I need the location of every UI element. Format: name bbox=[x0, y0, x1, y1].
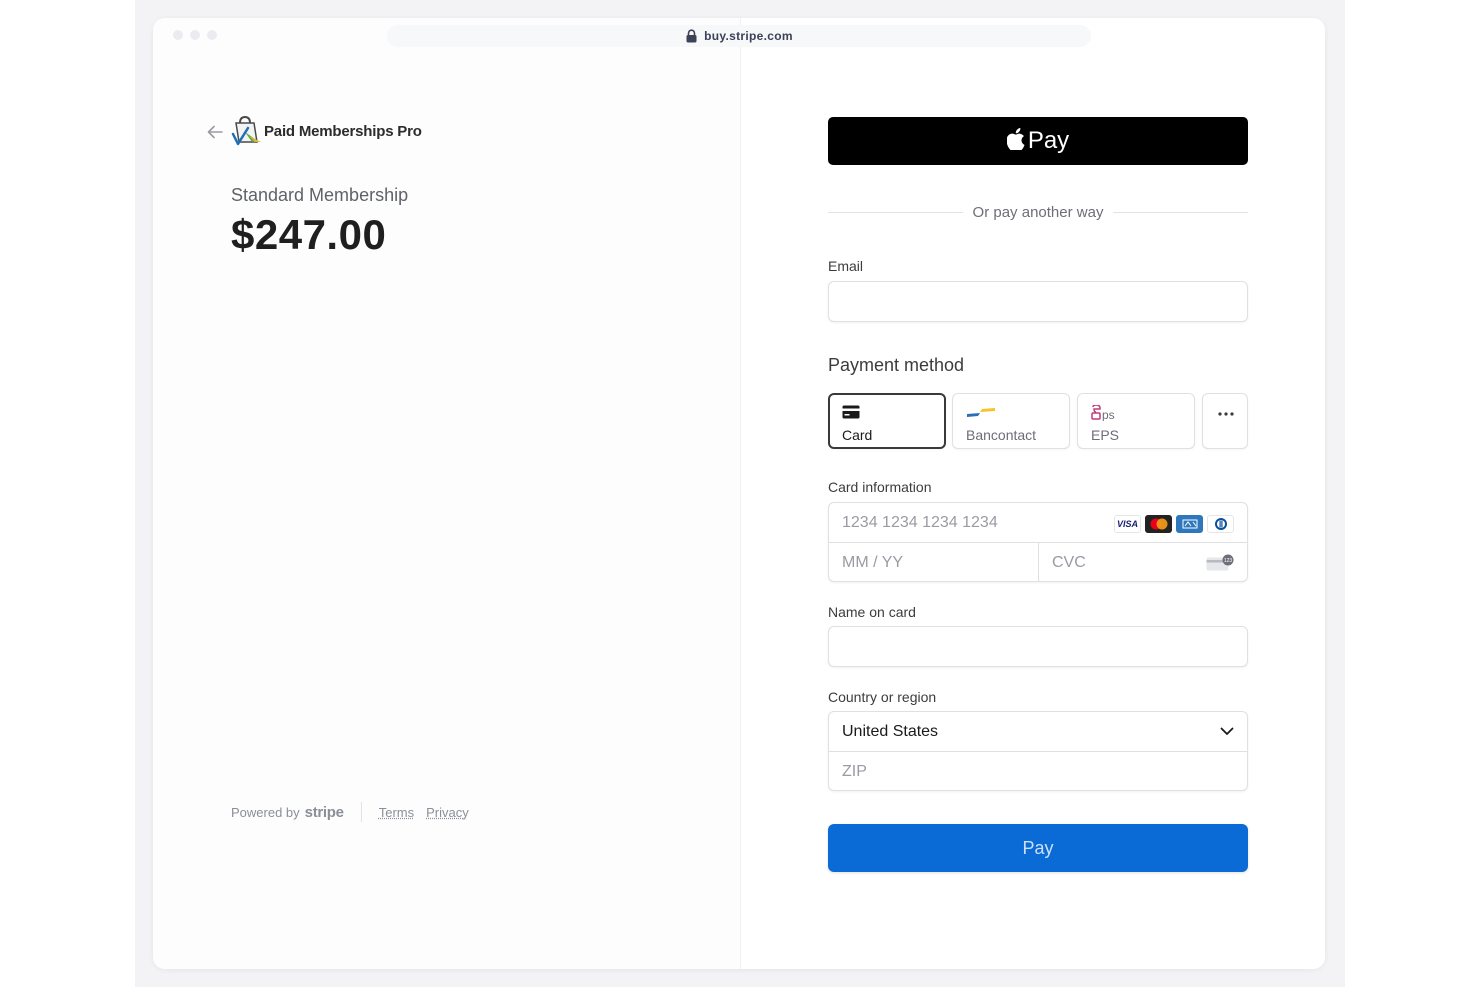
price-amount: $247.00 bbox=[231, 211, 387, 258]
payment-form: Pay Or pay another way Email Payment met… bbox=[740, 18, 1325, 969]
powered-by-text: Powered by bbox=[231, 804, 300, 820]
email-label: Email bbox=[828, 258, 864, 274]
apple-pay-label: Pay bbox=[1027, 127, 1070, 154]
product-name: Standard Membership bbox=[231, 185, 409, 205]
payment-tab-bancontact[interactable]: Bancontact bbox=[952, 393, 1070, 449]
divider-line-left bbox=[828, 211, 963, 213]
back-arrow-icon[interactable] bbox=[206, 122, 224, 142]
more-icon bbox=[1218, 412, 1234, 416]
footer-divider bbox=[360, 802, 362, 822]
card-brand-badges: VISA bbox=[1114, 515, 1234, 533]
svg-text:123: 123 bbox=[1224, 558, 1233, 564]
diners-club-icon bbox=[1207, 515, 1234, 533]
terms-link[interactable]: Terms bbox=[379, 805, 414, 820]
email-input[interactable] bbox=[828, 281, 1248, 322]
country-value: United States bbox=[842, 722, 939, 740]
order-summary-pane bbox=[153, 18, 740, 969]
mastercard-icon bbox=[1145, 515, 1172, 533]
payment-tab-label: EPS bbox=[1091, 427, 1120, 443]
bancontact-icon bbox=[967, 408, 995, 417]
privacy-link[interactable]: Privacy bbox=[426, 805, 469, 820]
minimize-window-dot[interactable] bbox=[190, 30, 200, 40]
country-label: Country or region bbox=[828, 689, 937, 705]
divider-text: Or pay another way bbox=[972, 203, 1104, 221]
payment-method-title: Payment method bbox=[828, 355, 965, 375]
payment-tab-label: Card bbox=[842, 427, 873, 443]
stripe-logo[interactable]: stripe bbox=[305, 804, 344, 821]
browser-window: buy.stripe.com Paid Memberships Pro Stan… bbox=[153, 18, 1325, 969]
name-on-card-input[interactable] bbox=[828, 626, 1248, 667]
apple-pay-button[interactable]: Pay bbox=[828, 117, 1248, 165]
billing-address-group: United States bbox=[828, 711, 1248, 791]
expiry-input[interactable] bbox=[829, 543, 1039, 581]
card-info-group: VISA 123 bbox=[828, 502, 1248, 582]
apple-logo-icon bbox=[1006, 128, 1025, 150]
window-controls bbox=[173, 30, 217, 40]
eps-icon: ps bbox=[1091, 405, 1115, 421]
more-payment-methods-button[interactable] bbox=[1202, 393, 1248, 449]
payment-tab-eps[interactable]: ps EPS bbox=[1077, 393, 1195, 449]
svg-text:ps: ps bbox=[1102, 408, 1115, 421]
divider-line-right bbox=[1113, 211, 1248, 213]
country-select[interactable]: United States bbox=[829, 712, 1247, 752]
name-on-card-label: Name on card bbox=[828, 604, 916, 620]
maximize-window-dot[interactable] bbox=[207, 30, 217, 40]
card-icon bbox=[842, 405, 860, 419]
payment-tab-card[interactable]: Card bbox=[828, 393, 946, 449]
close-window-dot[interactable] bbox=[173, 30, 183, 40]
amex-icon bbox=[1176, 515, 1203, 533]
card-info-label: Card information bbox=[828, 479, 932, 495]
visa-icon: VISA bbox=[1114, 515, 1141, 533]
cvc-card-icon: 123 bbox=[1206, 554, 1234, 571]
chevron-down-icon bbox=[1220, 727, 1234, 735]
zip-input[interactable] bbox=[829, 752, 1247, 790]
checkout-footer: Powered by stripe Terms Privacy bbox=[231, 802, 481, 822]
lock-icon bbox=[686, 29, 697, 43]
merchant-logo-icon bbox=[231, 115, 261, 146]
alternate-payment-divider: Or pay another way bbox=[828, 202, 1248, 222]
merchant-name[interactable]: Paid Memberships Pro bbox=[264, 123, 422, 140]
pay-button[interactable]: Pay bbox=[828, 824, 1248, 872]
payment-tab-label: Bancontact bbox=[966, 427, 1037, 443]
